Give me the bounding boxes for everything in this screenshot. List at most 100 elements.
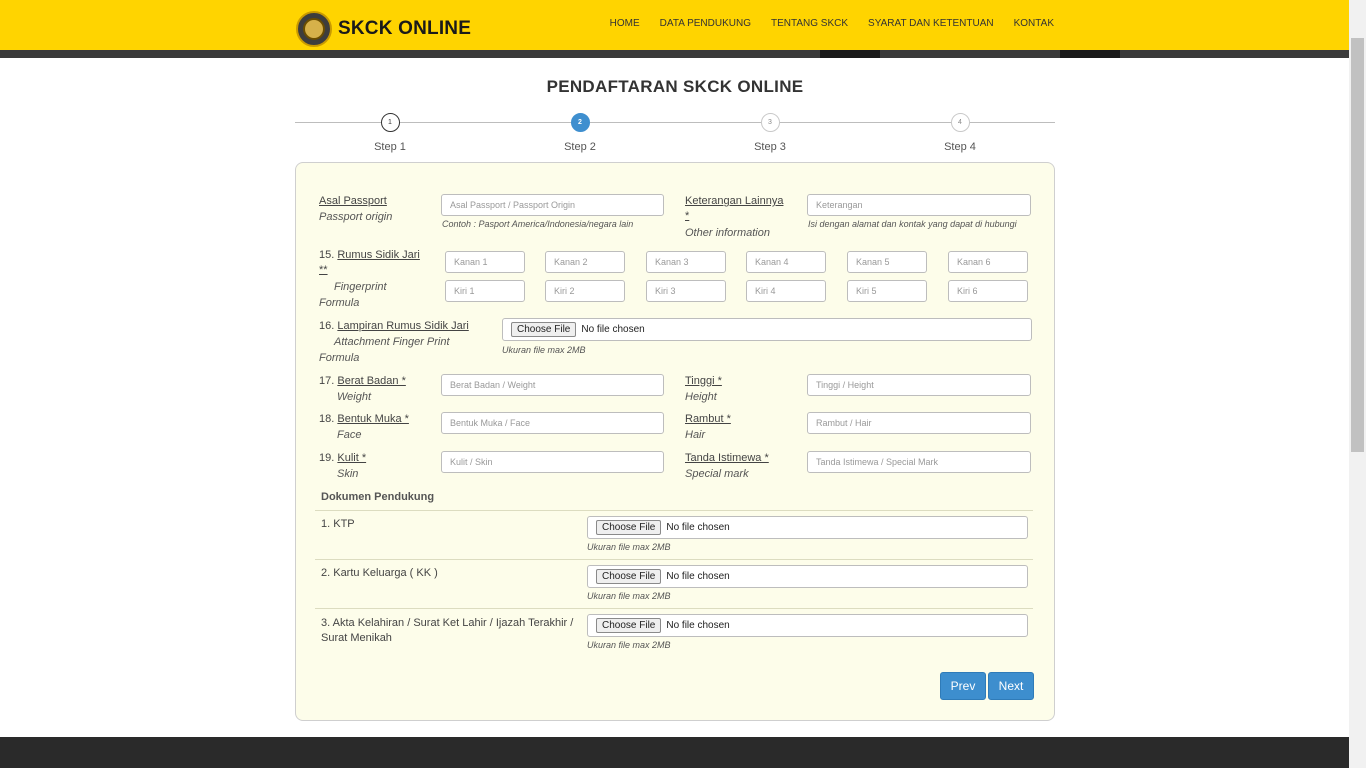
lampiran-hint: Ukuran file max 2MB	[502, 345, 586, 355]
kk-hint: Ukuran file max 2MB	[587, 591, 671, 601]
rambut-en: Hair	[685, 429, 706, 441]
lampiran-label: 16. Lampiran Rumus Sidik Jari	[319, 320, 469, 332]
next-button[interactable]: Next	[988, 672, 1034, 700]
step-label: Step 1	[374, 141, 406, 153]
divider	[315, 608, 1033, 609]
asal-passport-input[interactable]	[441, 194, 664, 216]
main-nav: HOME DATA PENDUKUNG TENTANG SKCK SYARAT …	[590, 18, 1054, 29]
kiri-6-input[interactable]	[948, 280, 1028, 302]
rambut-input[interactable]	[807, 412, 1031, 434]
prev-button[interactable]: Prev	[940, 672, 986, 700]
tanda-istimewa-input[interactable]	[807, 451, 1031, 473]
tinggi-en: Height	[685, 391, 717, 403]
berat-badan-input[interactable]	[441, 374, 664, 396]
step-2[interactable]: 2 Step 2	[550, 113, 610, 153]
asal-passport-label: Asal Passport	[319, 195, 387, 207]
kanan-1-input[interactable]	[445, 251, 525, 273]
rumus-en-2: Formula	[319, 297, 360, 309]
choose-file-button[interactable]: Choose File	[596, 618, 662, 633]
bentuk-muka-en: Face	[337, 429, 362, 441]
lampiran-file-input[interactable]: Choose File No file chosen	[502, 318, 1032, 341]
kanan-4-input[interactable]	[746, 251, 826, 273]
lampiran-en-1: Attachment Finger Print	[334, 336, 450, 348]
berat-badan-label: 17. Berat Badan *	[319, 375, 406, 387]
lampiran-en-2: Formula	[319, 352, 360, 364]
ktp-file-input[interactable]: Choose File No file chosen	[587, 516, 1028, 539]
nav-data-pendukung[interactable]: DATA PENDUKUNG	[660, 18, 751, 29]
nav-kontak[interactable]: KONTAK	[1014, 18, 1054, 29]
divider	[315, 510, 1033, 511]
police-emblem-icon	[296, 11, 332, 47]
file-status: No file chosen	[666, 571, 730, 582]
step-number: 4	[950, 113, 970, 132]
dokumen-ktp-label: 1. KTP	[321, 518, 355, 530]
bentuk-muka-input[interactable]	[441, 412, 664, 434]
kiri-2-input[interactable]	[545, 280, 625, 302]
akta-hint: Ukuran file max 2MB	[587, 640, 671, 650]
divider	[315, 559, 1033, 560]
banner-streak	[1060, 50, 1120, 58]
rumus-en-1: Fingerprint	[334, 281, 387, 293]
vertical-scrollbar[interactable]	[1349, 0, 1366, 768]
step-number: 2	[570, 113, 590, 132]
file-status: No file chosen	[666, 522, 730, 533]
kanan-5-input[interactable]	[847, 251, 927, 273]
kk-file-input[interactable]: Choose File No file chosen	[587, 565, 1028, 588]
keterangan-required: *	[685, 210, 690, 222]
dokumen-akta-label: 3. Akta Kelahiran / Surat Ket Lahir / Ij…	[321, 617, 574, 644]
step-label: Step 4	[944, 141, 976, 153]
choose-file-button[interactable]: Choose File	[596, 520, 662, 535]
nav-syarat-ketentuan[interactable]: SYARAT DAN KETENTUAN	[868, 18, 994, 29]
kanan-2-input[interactable]	[545, 251, 625, 273]
file-status: No file chosen	[666, 620, 730, 631]
keterangan-input[interactable]	[807, 194, 1031, 216]
kiri-3-input[interactable]	[646, 280, 726, 302]
kiri-5-input[interactable]	[847, 280, 927, 302]
kulit-input[interactable]	[441, 451, 664, 473]
header-banner-strip	[0, 50, 1349, 58]
step-number: 3	[760, 113, 780, 132]
tinggi-label: Tinggi *	[685, 375, 722, 387]
site-logo[interactable]: SKCK ONLINE	[296, 11, 471, 47]
nav-tentang-skck[interactable]: TENTANG SKCK	[771, 18, 848, 29]
asal-passport-en: Passport origin	[319, 211, 393, 223]
kanan-3-input[interactable]	[646, 251, 726, 273]
step-label: Step 3	[754, 141, 786, 153]
keterangan-label: Keterangan Lainnya	[685, 195, 784, 207]
scrollbar-thumb[interactable]	[1351, 38, 1364, 452]
kiri-4-input[interactable]	[746, 280, 826, 302]
keterangan-en: Other information	[685, 227, 770, 239]
nav-home[interactable]: HOME	[610, 18, 640, 29]
tanda-istimewa-label: Tanda Istimewa *	[685, 452, 769, 464]
kiri-1-input[interactable]	[445, 280, 525, 302]
rumus-required: **	[319, 264, 328, 276]
kulit-label: 19. Kulit *	[319, 452, 367, 464]
step-4[interactable]: 4 Step 4	[930, 113, 990, 153]
ktp-hint: Ukuran file max 2MB	[587, 542, 671, 552]
kanan-6-input[interactable]	[948, 251, 1028, 273]
step-3[interactable]: 3 Step 3	[740, 113, 800, 153]
page-title: PENDAFTARAN SKCK ONLINE	[546, 77, 804, 96]
page: SKCK ONLINE HOME DATA PENDUKUNG TENTANG …	[0, 0, 1366, 768]
tanda-istimewa-en: Special mark	[685, 468, 749, 480]
footer	[0, 737, 1349, 768]
top-navbar: SKCK ONLINE HOME DATA PENDUKUNG TENTANG …	[0, 0, 1349, 50]
bentuk-muka-label: 18. Bentuk Muka *	[319, 413, 409, 425]
file-status: No file chosen	[581, 324, 645, 335]
rambut-label: Rambut *	[685, 413, 731, 425]
dokumen-kk-label: 2. Kartu Keluarga ( KK )	[321, 567, 438, 579]
berat-badan-en: Weight	[337, 391, 372, 403]
form-panel: Asal Passport Passport origin Contoh : P…	[295, 162, 1055, 721]
tinggi-input[interactable]	[807, 374, 1031, 396]
choose-file-button[interactable]: Choose File	[511, 322, 577, 337]
rumus-sidik-jari-label: 15. Rumus Sidik Jari	[319, 249, 420, 261]
kulit-en: Skin	[337, 468, 359, 480]
asal-passport-hint: Contoh : Pasport America/Indonesia/negar…	[442, 219, 634, 229]
logo-text: SKCK ONLINE	[338, 18, 472, 39]
dokumen-pendukung-title: Dokumen Pendukung	[321, 491, 435, 503]
choose-file-button[interactable]: Choose File	[596, 569, 662, 584]
step-1[interactable]: 1 Step 1	[360, 113, 420, 153]
akta-file-input[interactable]: Choose File No file chosen	[587, 614, 1028, 637]
banner-streak	[820, 50, 880, 58]
step-number: 1	[380, 113, 400, 132]
